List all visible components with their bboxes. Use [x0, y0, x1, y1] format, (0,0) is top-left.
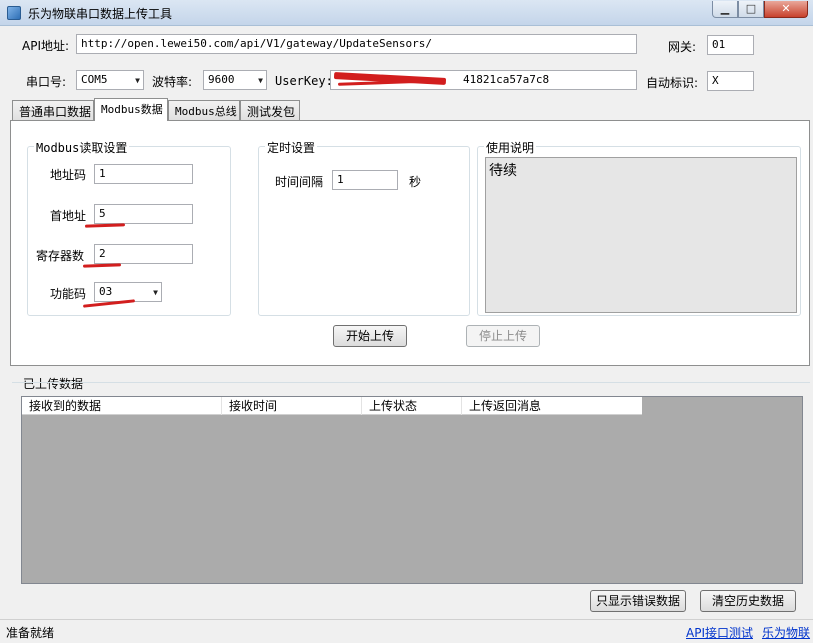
gateway-label: 网关:: [668, 40, 697, 54]
tab-modbus-bus-label: Modbus总线: [175, 105, 237, 118]
tab-modbus-data-label: Modbus数据: [101, 103, 163, 116]
baud-select-value: 9600: [208, 73, 235, 86]
window-title: 乐为物联串口数据上传工具: [28, 7, 173, 21]
close-button[interactable]: ✕: [764, 1, 808, 18]
port-select[interactable]: COM5 ▼: [76, 70, 144, 90]
autoid-input[interactable]: X: [707, 71, 754, 91]
status-bar: 准备就绪 API接口测试 乐为物联: [0, 619, 813, 643]
uploaded-section-title: 已上传数据: [23, 377, 84, 391]
column-header-time[interactable]: 接收时间: [222, 397, 362, 415]
api-url-input[interactable]: http://open.lewei50.com/api/V1/gateway/U…: [76, 34, 637, 54]
api-label: API地址:: [22, 39, 70, 53]
clear-history-button[interactable]: 清空历史数据: [700, 590, 796, 612]
stop-upload-button[interactable]: 停止上传: [466, 325, 540, 347]
tab-test-packet[interactable]: 测试发包: [240, 100, 300, 120]
chevron-down-icon: ▼: [153, 288, 158, 297]
title-bar: 乐为物联串口数据上传工具 ▁ □ ✕: [0, 0, 813, 26]
port-label: 串口号:: [26, 75, 67, 89]
address-input[interactable]: 1: [94, 164, 193, 184]
start-address-label: 首地址: [50, 209, 87, 223]
api-test-link[interactable]: API接口测试: [686, 624, 753, 641]
usage-textarea[interactable]: 待续: [485, 157, 797, 313]
section-divider: [12, 382, 810, 383]
interval-input[interactable]: 1: [332, 170, 398, 190]
register-count-label: 寄存器数: [36, 249, 85, 263]
port-select-value: COM5: [81, 73, 108, 86]
maximize-button[interactable]: □: [738, 1, 764, 18]
brand-link[interactable]: 乐为物联: [762, 624, 810, 641]
chevron-down-icon: ▼: [135, 76, 140, 85]
baud-label: 波特率:: [152, 75, 193, 89]
timer-settings-group: 定时设置 时间间隔 1 秒: [258, 139, 470, 316]
modbus-settings-group: Modbus读取设置 地址码 1 首地址 5 寄存器数 2 功能码 03 ▼: [27, 139, 231, 316]
grid-header: 接收到的数据 接收时间 上传状态 上传返回消息: [22, 397, 642, 415]
function-code-label: 功能码: [50, 287, 87, 301]
modbus-group-title: Modbus读取设置: [34, 139, 130, 156]
show-errors-only-button[interactable]: 只显示错误数据: [590, 590, 686, 612]
column-header-data[interactable]: 接收到的数据: [22, 397, 222, 415]
tab-panel-modbus: Modbus读取设置 地址码 1 首地址 5 寄存器数 2 功能码 03 ▼ 定…: [10, 120, 810, 366]
column-header-message[interactable]: 上传返回消息: [462, 397, 642, 415]
tab-modbus-data[interactable]: Modbus数据: [94, 98, 168, 121]
gateway-input[interactable]: 01: [707, 35, 754, 55]
address-label: 地址码: [50, 168, 87, 182]
tab-serial-data[interactable]: 普通串口数据: [12, 100, 94, 120]
autoid-label: 自动标识:: [646, 76, 699, 90]
tab-modbus-bus[interactable]: Modbus总线: [168, 100, 240, 120]
chevron-down-icon: ▼: [258, 76, 263, 85]
baud-select[interactable]: 9600 ▼: [203, 70, 267, 90]
usage-group: 使用说明 待续: [477, 139, 801, 316]
app-icon: [7, 6, 21, 20]
interval-unit: 秒: [409, 175, 422, 189]
interval-label: 时间间隔: [275, 175, 324, 189]
status-text: 准备就绪: [6, 626, 55, 640]
usage-group-title: 使用说明: [484, 139, 537, 156]
start-address-input[interactable]: 5: [94, 204, 193, 224]
register-count-input[interactable]: 2: [94, 244, 193, 264]
start-upload-button[interactable]: 开始上传: [333, 325, 407, 347]
uploaded-data-grid[interactable]: 接收到的数据 接收时间 上传状态 上传返回消息: [21, 396, 803, 584]
timer-group-title: 定时设置: [265, 139, 318, 156]
minimize-button[interactable]: ▁: [712, 1, 738, 18]
column-header-status[interactable]: 上传状态: [362, 397, 462, 415]
userkey-label: UserKey:: [275, 74, 333, 88]
function-code-value: 03: [99, 285, 113, 298]
userkey-visible-value: 41821ca57a7c8: [463, 73, 550, 86]
